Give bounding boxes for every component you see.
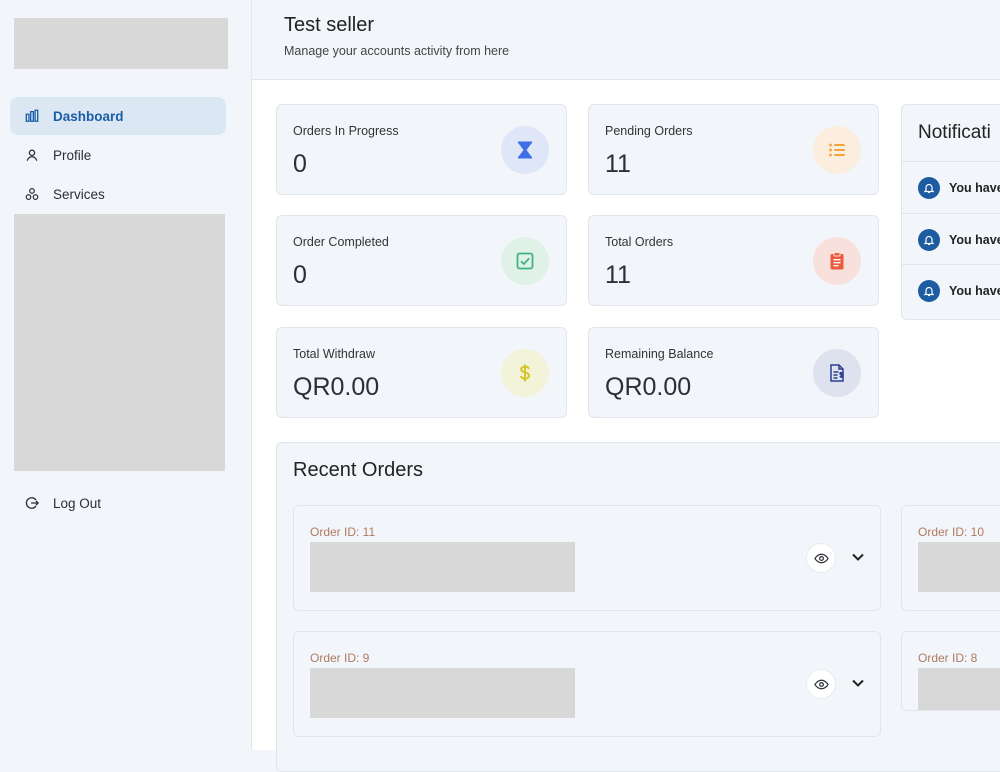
order-id: Order ID: 10: [918, 525, 985, 539]
logout-icon: [24, 495, 40, 511]
stat-card-pending-orders[interactable]: Pending Orders 11: [588, 104, 879, 195]
order-image-placeholder: [310, 542, 575, 592]
list-icon: [813, 126, 861, 174]
stat-value: QR0.00: [605, 373, 692, 401]
notifications-panel: Notificati You have You have You have: [901, 104, 1000, 320]
check-square-icon: [501, 237, 549, 285]
stat-value: 0: [293, 150, 307, 178]
stat-card-remaining-balance[interactable]: Remaining Balance QR0.00: [588, 327, 879, 418]
eye-icon[interactable]: [806, 543, 836, 573]
page-title: Test seller: [284, 14, 375, 36]
order-image-placeholder: [310, 668, 575, 718]
stat-label: Total Withdraw: [293, 347, 375, 361]
bell-icon: [918, 279, 940, 302]
stat-value: 0: [293, 261, 307, 289]
stat-label: Pending Orders: [605, 124, 693, 138]
clipboard-icon: [813, 237, 861, 285]
eye-icon[interactable]: [806, 669, 836, 699]
order-id: Order ID: 11: [310, 525, 376, 539]
logout-label: Log Out: [53, 495, 102, 511]
order-card-11[interactable]: Order ID: 11: [293, 505, 881, 611]
sidebar: Dashboard Profile Services Log Out: [0, 0, 252, 750]
notification-text: You have: [949, 180, 1000, 195]
notification-item[interactable]: You have: [902, 161, 1000, 213]
notification-text: You have: [949, 283, 1000, 298]
notifications-title: Notificati: [918, 122, 991, 143]
order-id: Order ID: 8: [918, 651, 978, 665]
notification-text: You have: [949, 232, 1000, 247]
logo-placeholder: [14, 18, 228, 69]
chevron-down-icon[interactable]: [850, 549, 866, 565]
page-subtitle: Manage your accounts activity from here: [284, 44, 510, 58]
recent-orders-panel: Recent Orders Order ID: 11 Order ID: 10 …: [276, 442, 1000, 772]
sidebar-item-services[interactable]: Services: [10, 175, 226, 213]
stat-card-total-withdraw[interactable]: Total Withdraw QR0.00: [276, 327, 567, 418]
main-content: Orders In Progress 0 Pending Orders 11 O…: [252, 80, 1000, 772]
order-card-10[interactable]: Order ID: 10: [901, 505, 1000, 611]
order-card-8[interactable]: Order ID: 8: [901, 631, 1000, 711]
order-id: Order ID: 9: [310, 651, 370, 665]
bell-icon: [918, 228, 940, 251]
user-icon: [24, 147, 40, 163]
dollar-icon: [501, 349, 549, 397]
sidebar-item-label: Dashboard: [53, 108, 124, 124]
services-icon: [24, 186, 40, 202]
stat-label: Order Completed: [293, 235, 389, 249]
sidebar-item-label: Services: [53, 186, 105, 202]
recent-orders-title: Recent Orders: [293, 459, 424, 481]
sidebar-item-profile[interactable]: Profile: [10, 136, 226, 174]
sidebar-item-label: Profile: [53, 147, 92, 163]
stat-value: 11: [605, 150, 631, 178]
stat-label: Total Orders: [605, 235, 674, 249]
bar-chart-icon: [24, 108, 40, 124]
stat-card-orders-in-progress[interactable]: Orders In Progress 0: [276, 104, 567, 195]
logout-button[interactable]: Log Out: [10, 484, 226, 522]
stat-value: QR0.00: [293, 373, 380, 401]
hourglass-icon: [501, 126, 549, 174]
stat-card-total-orders[interactable]: Total Orders 11: [588, 215, 879, 306]
order-card-9[interactable]: Order ID: 9: [293, 631, 881, 737]
stat-card-order-completed[interactable]: Order Completed 0: [276, 215, 567, 306]
stat-label: Orders In Progress: [293, 124, 399, 138]
notification-item[interactable]: You have: [902, 213, 1000, 265]
chevron-down-icon[interactable]: [850, 675, 866, 691]
stat-value: 11: [605, 261, 631, 289]
page-header: Test seller Manage your accounts activit…: [252, 0, 1000, 80]
sidebar-placeholder: [14, 214, 225, 471]
sidebar-item-dashboard[interactable]: Dashboard: [10, 97, 226, 135]
bell-icon: [918, 176, 940, 199]
order-image-placeholder: [918, 668, 1000, 710]
notification-item[interactable]: You have: [902, 264, 1000, 316]
order-image-placeholder: [918, 542, 1000, 592]
invoice-icon: [813, 349, 861, 397]
stat-label: Remaining Balance: [605, 347, 714, 361]
